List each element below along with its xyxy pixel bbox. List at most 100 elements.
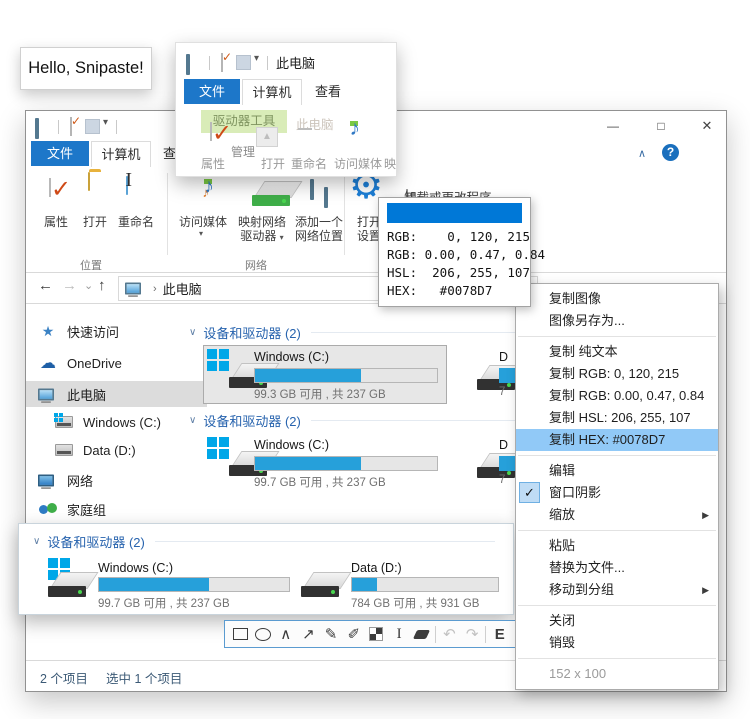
faded-label-properties: 属性: [201, 157, 226, 171]
new-folder-quick-icon[interactable]: [85, 119, 100, 134]
drives-snip[interactable]: ∨ 设备和驱动器 (2) Windows (C:) 99.7 GB 可用 , 共…: [18, 523, 514, 615]
menu-separator: [518, 455, 716, 456]
maximize-button[interactable]: □: [646, 115, 676, 137]
hex-row: HEX: #0078D7: [387, 283, 493, 298]
sidebar-item-onedrive[interactable]: ☁ OneDrive: [26, 350, 207, 376]
properties-quick-icon[interactable]: [70, 117, 72, 136]
eraser-tool-icon[interactable]: [411, 621, 434, 647]
breadcrumb-arrow-icon: ›: [153, 282, 157, 295]
rectangle-tool-icon[interactable]: [229, 621, 252, 647]
open-button[interactable]: 打开: [73, 215, 117, 229]
sidebar-item-this-pc[interactable]: 此电脑: [26, 381, 207, 407]
back-icon[interactable]: ←: [38, 277, 53, 294]
menu-item-edit[interactable]: 编辑: [516, 460, 718, 482]
menu-item-copy-plain-text[interactable]: 复制 纯文本: [516, 341, 718, 363]
sidebar-item-windows-c[interactable]: Windows (C:): [26, 409, 207, 435]
group-divider: [344, 173, 345, 255]
menu-item-copy-image[interactable]: 复制图像: [516, 288, 718, 310]
capacity-bar: [254, 368, 438, 383]
sidebar-item-quick-access[interactable]: ★ 快速访问: [26, 318, 207, 344]
minimize-button[interactable]: —: [598, 115, 628, 137]
menu-item-paste[interactable]: 粘贴: [516, 535, 718, 557]
help-icon[interactable]: ?: [662, 144, 679, 161]
submenu-arrow-icon: ▶: [702, 510, 709, 520]
arrow-tool-icon[interactable]: ↗: [297, 621, 320, 647]
section-rule: [310, 332, 519, 333]
menu-item-destroy[interactable]: 销毁: [516, 632, 718, 654]
hello-snip[interactable]: Hello, Snipaste!: [20, 47, 152, 90]
redo-icon[interactable]: ↷: [461, 621, 484, 647]
chevron-down-icon: ∨: [33, 536, 41, 547]
ribbon-bottom-border: [26, 272, 726, 273]
menu-item-zoom[interactable]: 缩放 ▶: [516, 504, 718, 526]
star-icon: ★: [41, 322, 55, 339]
polyline-tool-icon[interactable]: ∧: [274, 621, 297, 647]
drive-name-partial: D: [499, 350, 509, 364]
breadcrumb-this-pc[interactable]: 此电脑: [163, 279, 202, 298]
menu-item-copy-rgb-float[interactable]: 复制 RGB: 0.00, 0.47, 0.84: [516, 385, 718, 407]
up-icon[interactable]: ↑: [98, 277, 106, 294]
drive-info: 99.7 GB 可用 , 共 237 GB: [98, 598, 230, 610]
tab-file[interactable]: 文件: [31, 141, 89, 166]
group-label-network: 网络: [245, 260, 267, 272]
menu-item-close[interactable]: 关闭: [516, 610, 718, 632]
faded-label-map: 映: [384, 157, 397, 171]
ellipse-tool-icon[interactable]: [252, 621, 275, 647]
ghost-window-title: 此电脑: [296, 118, 334, 132]
color-picker-tooltip: RGB: 0, 120, 215 RGB: 0.00, 0.47, 0.84 H…: [378, 197, 545, 307]
network-location-icon-a[interactable]: [310, 179, 314, 200]
menu-item-copy-rgb[interactable]: 复制 RGB: 0, 120, 215: [516, 363, 718, 385]
ribbon-collapse-icon[interactable]: ∧: [638, 147, 646, 160]
tab-computer[interactable]: 计算机: [91, 141, 151, 167]
drive-name[interactable]: Windows (C:): [254, 438, 329, 452]
menu-item-copy-hex[interactable]: 复制 HEX: #0078D7: [516, 429, 718, 451]
hello-text: Hello, Snipaste!: [28, 59, 144, 77]
drive-name: Windows (C:): [98, 561, 174, 575]
section-header-drives-2[interactable]: ∨ 设备和驱动器 (2): [189, 411, 519, 430]
section-header-drives-1[interactable]: ∨ 设备和驱动器 (2): [189, 323, 519, 342]
menu-item-move-to-group[interactable]: 移动到分组 ▶: [516, 579, 718, 601]
drive-info-partial: 7: [499, 474, 506, 486]
text-tool-icon[interactable]: I: [388, 621, 411, 647]
drive-name: Windows (C:): [254, 350, 330, 364]
add-network-location-button[interactable]: 添加一个 网络位置: [290, 215, 348, 243]
menu-item-replace-with-file[interactable]: 替换为文件...: [516, 557, 718, 579]
new-folder-quick-icon: [236, 55, 251, 70]
rename-button[interactable]: 重命名: [112, 215, 160, 229]
this-pc-icon: [35, 118, 39, 139]
recent-pages-icon[interactable]: ⌄: [84, 279, 93, 292]
divider: [209, 56, 210, 70]
color-swatch: [387, 203, 522, 223]
marker-tool-icon[interactable]: ✐: [342, 621, 365, 647]
sidebar-item-data-d[interactable]: Data (D:): [26, 437, 207, 463]
drive-c-icon: [54, 413, 74, 428]
pencil-tool-icon[interactable]: ✎: [320, 621, 343, 647]
group-label-location: 位置: [80, 260, 102, 272]
explorer-corner-snip[interactable]: ▾ 此电脑 文件 计算机 查看 驱动器工具 此电脑 管理 ▲ ♪ 属性 打开 重…: [175, 42, 397, 177]
forward-icon[interactable]: →: [62, 277, 77, 294]
map-network-drive-button[interactable]: 映射网络 驱动器 ▾: [232, 215, 292, 245]
mosaic-tool-icon[interactable]: [365, 621, 388, 647]
menu-item-window-shadow[interactable]: ✓ 窗口阴影: [516, 482, 718, 504]
faded-label-media: 访问媒体: [334, 157, 383, 171]
close-button[interactable]: ✕: [692, 115, 722, 137]
undo-icon[interactable]: ↶: [438, 621, 461, 647]
rename-icon[interactable]: [126, 176, 128, 195]
sidebar-item-network[interactable]: 网络: [26, 467, 207, 493]
chevron-down-icon[interactable]: ∨: [189, 415, 196, 426]
menu-item-save-image-as[interactable]: 图像另存为...: [516, 310, 718, 332]
hsl-row: HSL: 206, 255, 107: [387, 265, 530, 280]
sidebar-label: OneDrive: [67, 355, 122, 371]
properties-button[interactable]: 属性: [34, 215, 78, 229]
clipped-toolbar-button[interactable]: E: [488, 621, 511, 647]
window-title: 此电脑: [276, 56, 316, 71]
submenu-arrow-icon: ▶: [702, 585, 709, 595]
chevron-down-icon[interactable]: ∨: [189, 327, 196, 338]
open-folder-icon[interactable]: [88, 172, 90, 191]
properties-icon[interactable]: [49, 178, 51, 197]
customize-qat-icon[interactable]: ▾: [103, 117, 108, 128]
access-media-button[interactable]: 访问媒体: [173, 215, 233, 229]
windows-logo-icon: [207, 349, 229, 371]
sidebar-item-homegroup[interactable]: 家庭组: [26, 496, 207, 522]
menu-item-copy-hsl[interactable]: 复制 HSL: 206, 255, 107: [516, 407, 718, 429]
